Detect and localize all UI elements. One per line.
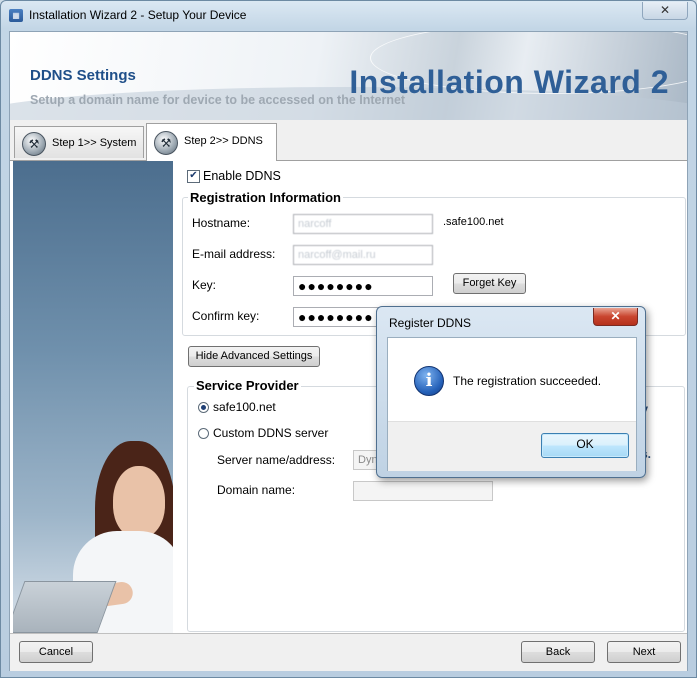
dialog-title: Register DDNS: [389, 316, 472, 330]
cancel-button[interactable]: Cancel: [19, 641, 93, 663]
ok-button[interactable]: OK: [541, 433, 629, 458]
tab-step1-system[interactable]: ⚒ Step 1>> System: [14, 126, 144, 158]
radio-custom-ddns[interactable]: [198, 428, 209, 439]
dialog-close-button[interactable]: ✕: [593, 308, 638, 326]
tab-label: Step 2>> DDNS: [184, 135, 263, 147]
tab-step2-ddns[interactable]: ⚒ Step 2>> DDNS: [146, 123, 277, 161]
back-button[interactable]: Back: [521, 641, 595, 663]
footer-bar: Cancel Back Next: [10, 633, 687, 671]
domain-name-label: Domain name:: [217, 483, 296, 497]
info-icon: i: [414, 366, 444, 396]
hide-advanced-settings-button[interactable]: Hide Advanced Settings: [188, 346, 320, 367]
next-button[interactable]: Next: [607, 641, 681, 663]
safe100-label: safe100.net: [213, 400, 276, 414]
custom-ddns-label: Custom DDNS server: [213, 426, 329, 440]
enable-ddns-label: Enable DDNS: [203, 169, 281, 183]
forget-key-button[interactable]: Forget Key: [453, 273, 526, 294]
domain-name-input[interactable]: [353, 481, 493, 501]
key-label: Key:: [192, 278, 217, 292]
radio-safe100[interactable]: [198, 402, 209, 413]
register-ddns-dialog: Register DDNS ✕ i The registration succe…: [376, 306, 646, 478]
key-input[interactable]: ●●●●●●●●: [293, 276, 433, 296]
side-illustration: [13, 161, 173, 633]
email-label: E-mail address:: [192, 247, 276, 261]
hostname-input[interactable]: narcoff: [293, 214, 433, 234]
window-title: Installation Wizard 2 - Setup Your Devic…: [29, 8, 247, 22]
app-icon: ▦: [9, 9, 23, 22]
page-title: DDNS Settings: [30, 67, 136, 84]
enable-ddns-checkbox[interactable]: ✔: [187, 170, 200, 183]
wrench-icon: ⚒: [22, 132, 46, 156]
service-provider-title: Service Provider: [194, 378, 301, 393]
title-bar[interactable]: ▦ Installation Wizard 2 - Setup Your Dev…: [1, 1, 696, 31]
header-banner: DDNS Settings Setup a domain name for de…: [10, 32, 687, 120]
wizard-window: ▦ Installation Wizard 2 - Setup Your Dev…: [0, 0, 697, 678]
brand-title: Installation Wizard 2: [349, 64, 669, 100]
step-tabs: ⚒ Step 1>> System ⚒ Step 2>> DDNS: [10, 122, 687, 161]
hostname-suffix: .safe100.net: [443, 216, 504, 228]
dialog-message: The registration succeeded.: [453, 374, 602, 388]
server-name-label: Server name/address:: [217, 453, 336, 467]
email-input[interactable]: narcoff@mail.ru: [293, 245, 433, 265]
dialog-footer: OK: [388, 421, 636, 471]
registration-title: Registration Information: [188, 190, 343, 205]
dialog-body: i The registration succeeded. OK: [387, 337, 637, 471]
tab-label: Step 1>> System: [52, 137, 137, 149]
illustration-face: [113, 466, 165, 538]
confirm-key-label: Confirm key:: [192, 309, 260, 323]
wrench-icon: ⚒: [154, 131, 178, 155]
hostname-label: Hostname:: [192, 216, 251, 230]
window-close-button[interactable]: ✕: [642, 2, 688, 20]
